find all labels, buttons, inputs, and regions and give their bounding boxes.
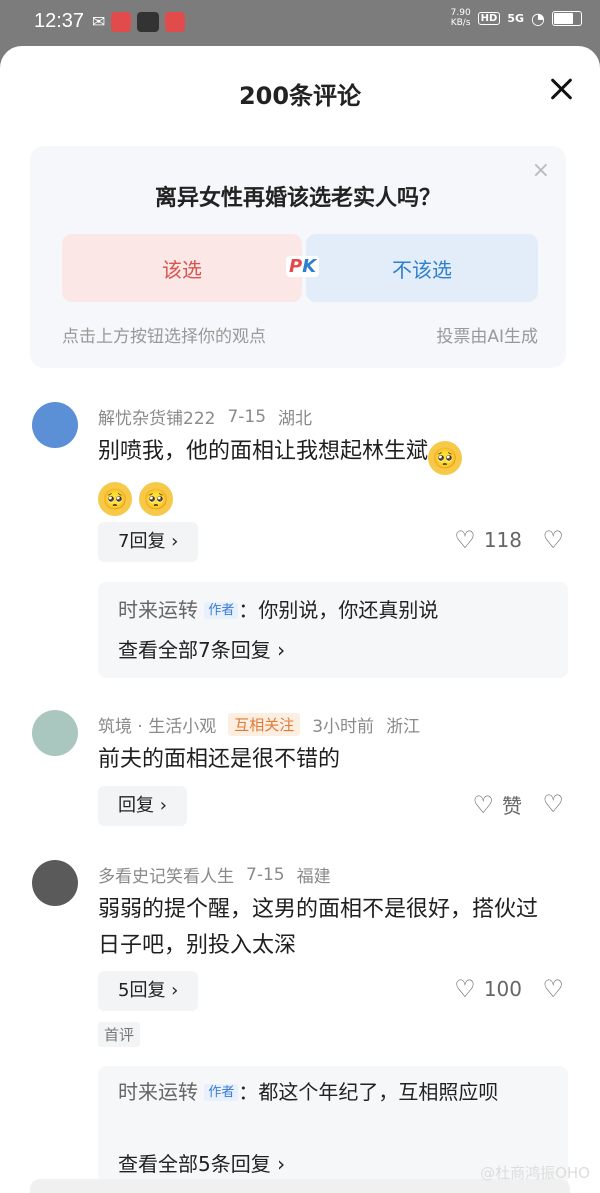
comment-user[interactable]: 筑境 · 生活小观: [98, 712, 216, 737]
view-all-replies-link[interactable]: 查看全部5条回复 ›: [118, 1148, 285, 1177]
dislike-icon[interactable]: ♡: [542, 790, 564, 818]
comment-text-block: 别喷我，他的面相让我想起林生斌 🥺 🥺 🥺: [98, 434, 548, 516]
heart-icon: ♡: [454, 526, 476, 554]
sub-reply-user[interactable]: 时来运转: [118, 598, 198, 622]
reply-count-button[interactable]: 5回复 ›: [98, 971, 199, 1011]
app-notification-icon: [111, 12, 132, 32]
comment-text: 弱弱的提个醒，这男的面相不是很好，搭伙过日子吧，别投入太深: [98, 897, 539, 958]
pk-k: K: [302, 256, 317, 277]
author-tag: 作者: [204, 1084, 239, 1101]
comment-meta: 多看史记笑看人生 7-15 福建: [98, 862, 331, 888]
wifi-icon: ◔: [531, 8, 545, 28]
sub-reply: 时来运转 作者 ：都这个年纪了，互相照应呗: [118, 1076, 548, 1109]
reply-count-button[interactable]: 7回复 ›: [98, 522, 199, 562]
sub-reply: 时来运转 作者 ：你别说，你还真别说: [118, 594, 548, 627]
battery-icon: [552, 10, 582, 26]
poll-hint: 点击上方按钮选择你的观点: [62, 327, 266, 347]
wechat-icon: ✉: [92, 12, 106, 31]
mutual-follow-tag: 互相关注: [228, 713, 301, 736]
view-all-replies-link[interactable]: 查看全部7条回复 ›: [118, 634, 285, 663]
comments-sheet: 200条评论 × 离异女性再婚该选老实人吗？ 该选 不该选 PK 点击上方按钮选…: [0, 46, 600, 1193]
pleading-emoji-icon: 🥺: [98, 482, 132, 516]
status-time: 12:37: [34, 10, 85, 32]
like-count: 100: [483, 977, 522, 1001]
poll-ai-note: 投票由AI生成: [436, 327, 538, 347]
notification-icons: ✉: [92, 12, 186, 32]
toutiao-icon: [165, 12, 186, 32]
comment-meta: 解忧杂货铺222 7-15 湖北: [98, 404, 313, 430]
comment-region: 湖北: [278, 409, 313, 429]
watermark: @杜商鸿振OHO: [480, 1164, 590, 1182]
heart-icon: ♡: [454, 975, 476, 1003]
pk-badge: PK: [286, 256, 320, 277]
dislike-icon[interactable]: ♡: [542, 526, 564, 554]
close-icon[interactable]: [546, 74, 576, 104]
speed-value: 7.90: [450, 8, 471, 18]
comment-region: 福建: [296, 867, 331, 887]
avatar[interactable]: [32, 402, 78, 448]
status-bar: 12:37 ✉ 7.90 KB/s HD 5G ◔: [0, 0, 600, 46]
comment-date: 7-15: [227, 406, 267, 427]
signal-icon: 5G: [507, 11, 525, 25]
reply-button[interactable]: 回复 ›: [98, 786, 187, 826]
comment-text: 别喷我，他的面相让我想起林生斌: [98, 439, 429, 464]
comment-date: 7-15: [246, 864, 285, 885]
sub-reply-box[interactable]: 时来运转 作者 ：你别说，你还真别说 查看全部7条回复 ›: [98, 582, 568, 678]
sheet-title: 200条评论: [238, 82, 362, 110]
pleading-emoji-icon: 🥺: [428, 441, 463, 475]
like-button[interactable]: ♡ 赞: [472, 790, 522, 819]
network-speed: 7.90 KB/s: [451, 8, 471, 28]
news-app-icon: [137, 12, 160, 32]
comment-text: 前夫的面相还是很不错的: [98, 747, 341, 772]
comment-meta: 筑境 · 生活小观 互相关注 3小时前 浙江: [98, 712, 420, 737]
hd-icon: HD: [477, 11, 501, 25]
poll-option-yes[interactable]: 该选: [62, 234, 302, 302]
author-tag: 作者: [204, 602, 239, 619]
poll-option-no[interactable]: 不该选: [306, 234, 538, 302]
dislike-icon[interactable]: ♡: [542, 975, 564, 1003]
comment-region: 浙江: [386, 717, 421, 737]
pleading-emoji-icon: 🥺: [139, 482, 173, 516]
sub-reply-text: ：你别说，你还真别说: [238, 598, 439, 622]
like-button[interactable]: ♡ 100: [454, 975, 522, 1003]
comment-user[interactable]: 多看史记笑看人生: [98, 862, 234, 887]
like-count: 118: [483, 528, 522, 552]
comment-date: 3小时前: [312, 717, 375, 737]
first-comment-tag: 首评: [98, 1022, 141, 1047]
comment-item: 解忧杂货铺222 7-15 湖北 别喷我，他的面相让我想起林生斌 🥺 🥺 🥺 7回…: [0, 396, 600, 686]
like-button[interactable]: ♡ 118: [454, 526, 522, 554]
poll-question: 离异女性再婚该选老实人吗？: [154, 186, 441, 211]
avatar[interactable]: [32, 860, 78, 906]
comment-item: 多看史记笑看人生 7-15 福建 弱弱的提个醒，这男的面相不是很好，搭伙过日子吧…: [0, 854, 600, 1193]
sub-reply-text: ：都这个年纪了，互相照应呗: [238, 1080, 499, 1104]
poll-close-icon[interactable]: ×: [532, 160, 550, 182]
pk-p: P: [289, 256, 303, 277]
like-count: 赞: [502, 794, 522, 818]
comment-user[interactable]: 解忧杂货铺222: [98, 404, 215, 429]
comment-item: 筑境 · 生活小观 互相关注 3小时前 浙江 前夫的面相还是很不错的 回复 › …: [0, 706, 600, 836]
sub-reply-user[interactable]: 时来运转: [118, 1080, 198, 1104]
status-right: 7.90 KB/s HD 5G ◔: [451, 8, 582, 28]
speed-unit: KB/s: [450, 18, 471, 28]
heart-icon: ♡: [472, 790, 494, 819]
poll-card: × 离异女性再婚该选老实人吗？ 该选 不该选 PK 点击上方按钮选择你的观点 投…: [30, 146, 566, 368]
avatar[interactable]: [32, 710, 78, 756]
